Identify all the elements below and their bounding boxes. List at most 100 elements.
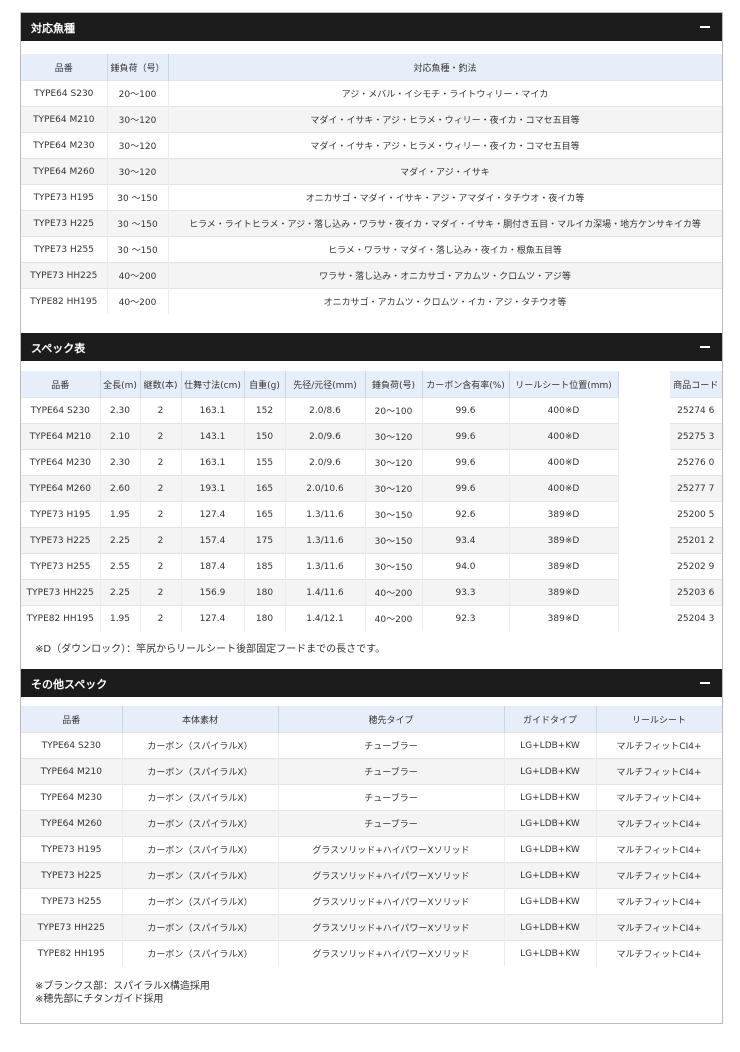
col-header: 品番 — [21, 371, 101, 398]
col-header: リールシート — [596, 706, 722, 733]
table-cell: オニカサゴ・マダイ・イサキ・アジ・アマダイ・タチウオ・夜イカ等 — [168, 184, 722, 211]
table-row: TYPE64 M260 カーボン（スパイラルX） チューブラー LG+LDB+KW マル… — [21, 810, 722, 837]
table-row: TYPE73 HH225 40～200 ワラサ・落し込み・オニカサゴ・アカムツ・クロ… — [21, 262, 722, 289]
table-cell: 99.6 — [422, 397, 510, 424]
table-cell: 163.1 — [181, 397, 245, 424]
col-gap — [618, 579, 670, 606]
table-cell: TYPE82 HH195 — [21, 605, 101, 631]
col-header: 先径/元径(mm) — [285, 371, 366, 398]
table-cell: カーボン（スパイラルX） — [122, 914, 279, 941]
table-cell: 2 — [140, 501, 182, 528]
table-cell: 157.4 — [181, 527, 245, 554]
table-cell: TYPE64 M210 — [21, 758, 123, 785]
table-cell: ヒラメ・ライトヒラメ・アジ・落し込み・ワラサ・夜イカ・マダイ・イサキ・胴付き五目… — [168, 210, 722, 237]
section-title-fish: 対応魚種 — [31, 22, 75, 35]
minus-icon[interactable] — [700, 682, 710, 684]
table-cell: 2 — [140, 579, 182, 606]
table-cell: 1.3/11.6 — [285, 501, 366, 528]
table-cell: TYPE73 H195 — [21, 501, 101, 528]
table-row: TYPE73 H195 30 ～150 オニカサゴ・マダイ・イサキ・アジ・アマダイ・… — [21, 184, 722, 211]
table-cell: LG+LDB+KW — [504, 784, 597, 811]
table-row: TYPE82 HH195 カーボン（スパイラルX） グラスソリッド+ハイパワーXソリ… — [21, 940, 722, 966]
col-header: 自重(g) — [244, 371, 286, 398]
table-cell: 30～120 — [365, 449, 423, 476]
col-gap — [618, 527, 670, 554]
table-cell: カーボン（スパイラルX） — [122, 888, 279, 915]
table-cell: 25277 7 — [670, 475, 722, 502]
table-cell: 1.95 — [100, 605, 141, 631]
table-cell: 30～120 — [365, 423, 423, 450]
table-cell: 389※D — [509, 579, 619, 606]
table-cell: カーボン（スパイラルX） — [122, 862, 279, 889]
table-cell: マルチフィットCI4+ — [596, 940, 722, 966]
section-header-spec[interactable]: スペック表 — [21, 333, 722, 361]
table-cell: 2.0/10.6 — [285, 475, 366, 502]
table-cell: 180 — [244, 579, 286, 606]
col-header: 本体素材 — [122, 706, 279, 733]
table-cell: TYPE73 H195 — [21, 184, 108, 211]
table-cell: LG+LDB+KW — [504, 810, 597, 837]
table-cell: マルチフィットCI4+ — [596, 784, 722, 811]
table-cell: TYPE64 M260 — [21, 810, 123, 837]
table-cell: 2.55 — [100, 553, 141, 580]
table-cell: 127.4 — [181, 605, 245, 631]
section-header-fish[interactable]: 対応魚種 — [21, 13, 722, 41]
table-row: TYPE82 HH195 1.95 2 127.4 180 1.4/12.1 40～200 9… — [21, 605, 722, 631]
table-cell: マルチフィットCI4+ — [596, 888, 722, 915]
table-cell: 2.0/9.6 — [285, 449, 366, 476]
col-gap — [618, 605, 670, 631]
table-row: TYPE73 HH225 2.25 2 156.9 180 1.4/11.6 40～200 9… — [21, 579, 722, 606]
table-cell: 25201 2 — [670, 527, 722, 554]
table-row: TYPE64 M230 カーボン（スパイラルX） チューブラー LG+LDB+KW マル… — [21, 784, 722, 811]
table-cell: 92.3 — [422, 605, 510, 631]
table-cell: 1.3/11.6 — [285, 527, 366, 554]
table-cell: カーボン（スパイラルX） — [122, 732, 279, 759]
table-cell: 94.0 — [422, 553, 510, 580]
table-cell: 20～100 — [365, 397, 423, 424]
table-cell: 40～200 — [365, 605, 423, 631]
table-cell: グラスソリッド+ハイパワーXソリッド — [278, 862, 505, 889]
table-cell: 400※D — [509, 397, 619, 424]
table-cell: TYPE64 M260 — [21, 158, 108, 185]
table-cell: 193.1 — [181, 475, 245, 502]
table-cell: TYPE73 H255 — [21, 553, 101, 580]
table-cell: グラスソリッド+ハイパワーXソリッド — [278, 914, 505, 941]
table-cell: 2 — [140, 423, 182, 450]
table-row: TYPE73 H225 カーボン（スパイラルX） グラスソリッド+ハイパワーXソリッ… — [21, 862, 722, 889]
table-cell: 25202 9 — [670, 553, 722, 580]
col-gap — [618, 397, 670, 424]
spec-table-body: TYPE64 S230 2.30 2 163.1 152 2.0/8.6 20～100 99.… — [21, 397, 722, 631]
table-cell: グラスソリッド+ハイパワーXソリッド — [278, 940, 505, 966]
table-cell: カーボン（スパイラルX） — [122, 940, 279, 966]
table-cell: ワラサ・落し込み・オニカサゴ・アカムツ・クロムツ・アジ等 — [168, 262, 722, 289]
table-cell: TYPE64 M230 — [21, 132, 108, 159]
table-cell: 165 — [244, 475, 286, 502]
table-row: TYPE64 S230 2.30 2 163.1 152 2.0/8.6 20～100 99.… — [21, 397, 722, 424]
table-cell: 25204 3 — [670, 605, 722, 631]
spec-table: 品番 全長(m) 継数(本) 仕舞寸法(cm) 自重(g) 先径/元径(mm) … — [21, 371, 722, 631]
table-cell: マルチフィットCI4+ — [596, 836, 722, 863]
table-row: TYPE64 M230 2.30 2 163.1 155 2.0/9.6 30～120 99.… — [21, 449, 722, 476]
table-cell: アジ・メバル・イシモチ・ライトウィリー・マイカ — [168, 80, 722, 107]
table-cell: TYPE64 S230 — [21, 397, 101, 424]
minus-icon[interactable] — [700, 26, 710, 28]
table-cell: 30 ～150 — [107, 184, 169, 211]
table-cell: 25203 6 — [670, 579, 722, 606]
minus-icon[interactable] — [700, 346, 710, 348]
section-header-other[interactable]: その他スペック — [21, 669, 722, 697]
table-cell: マダイ・イサキ・アジ・ヒラメ・ウィリー・夜イカ・コマセ五目等 — [168, 106, 722, 133]
table-cell: 1.4/11.6 — [285, 579, 366, 606]
table-cell: 30 ～150 — [107, 236, 169, 263]
col-header: 品番 — [21, 706, 123, 733]
table-cell: マルチフィットCI4+ — [596, 862, 722, 889]
table-row: TYPE64 M210 30～120 マダイ・イサキ・アジ・ヒラメ・ウィリー・夜イカ… — [21, 106, 722, 133]
table-cell: 40～200 — [107, 288, 169, 314]
table-cell: 2.60 — [100, 475, 141, 502]
table-cell: カーボン（スパイラルX） — [122, 784, 279, 811]
table-cell: 187.4 — [181, 553, 245, 580]
table-cell: 2.30 — [100, 397, 141, 424]
table-cell: 175 — [244, 527, 286, 554]
table-cell: 99.6 — [422, 449, 510, 476]
table-row: TYPE64 M260 30～120 マダイ・アジ・イサキ — [21, 158, 722, 185]
table-cell: 2.25 — [100, 579, 141, 606]
